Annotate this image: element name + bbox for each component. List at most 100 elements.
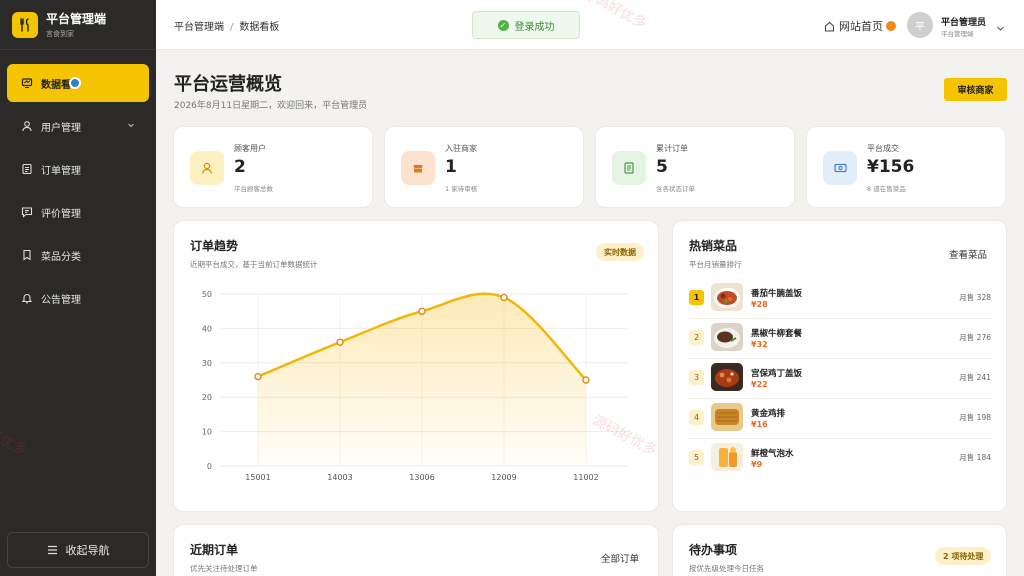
login-success-toast: ✓ 登录成功 (472, 11, 580, 39)
stat-sub: 含各状态订单 (656, 185, 695, 193)
x-tick-label: 11002 (573, 473, 598, 482)
sidebar-item-categories[interactable]: 菜品分类 (7, 236, 149, 274)
y-tick-label: 30 (202, 359, 212, 368)
check-circle-icon: ✓ (497, 19, 509, 31)
y-tick-label: 40 (202, 324, 212, 333)
notification-badge-icon: · (886, 21, 896, 31)
card-subtitle: 按优先级处理今日任务 (689, 564, 764, 573)
order-trend-chart: 0 10 20 30 40 50 15001 14003 13006 12009 11002 (202, 290, 628, 482)
dish-name: 黄金鸡排 (751, 409, 786, 419)
dish-price: ¥16 (751, 420, 768, 429)
sidebar-item-reviews[interactable]: 评价管理 (7, 193, 149, 231)
rank-badge: 4 (689, 410, 704, 425)
dish-name: 番茄牛腩盖饭 (751, 289, 803, 299)
toast-text: 登录成功 (514, 21, 555, 33)
dish-sales: 月售 328 (959, 293, 991, 302)
brand-subtitle: 言食到家 (46, 30, 74, 38)
user-name[interactable]: 平台管理员 (941, 15, 986, 28)
stat-card-revenue: 平台成交 ¥156 8 道在售菜品 (806, 126, 1006, 208)
card-title: 近期订单 (190, 543, 239, 557)
avatar[interactable]: 平 (907, 12, 933, 38)
sidebar: 平台管理端 言食到家 数据看 用户管理 订单管理 评价管理 菜品分类 公告管理 … (0, 0, 156, 576)
dish-image (711, 363, 743, 391)
user-role: 平台管理端 (941, 30, 974, 38)
y-tick-label: 50 (202, 290, 212, 299)
x-tick-label: 12009 (491, 473, 516, 482)
trend-area (258, 293, 586, 466)
card-title: 待办事项 (689, 543, 738, 557)
sidebar-item-announcements[interactable]: 公告管理 (7, 279, 149, 317)
page-title: 平台运营概览 (174, 74, 282, 95)
breadcrumb-root[interactable]: 平台管理端 (174, 22, 224, 33)
dish-image (711, 323, 743, 351)
list-item[interactable]: 4 黄金鸡排 ¥16 月售 198 (687, 399, 991, 439)
list-item[interactable]: 1 番茄牛腩盖饭 ¥28 月售 328 (687, 279, 991, 319)
view-dishes-link[interactable]: 查看菜品 (949, 247, 987, 261)
stat-sub: 8 道在售菜品 (867, 185, 906, 193)
dish-name: 黑椒牛柳套餐 (751, 329, 803, 339)
dish-image (711, 403, 743, 431)
dish-image (711, 443, 743, 471)
dish-price: ¥32 (751, 340, 768, 349)
dish-price: ¥9 (751, 460, 763, 469)
stat-card-orders: 累计订单 5 含各状态订单 (595, 126, 795, 208)
breadcrumb-current: 数据看板 (239, 22, 280, 33)
x-tick-label: 14003 (327, 473, 352, 482)
site-home-link[interactable]: 网站首页 · (824, 18, 896, 34)
rank-badge: 3 (689, 370, 704, 385)
list-item[interactable]: 5 鲜橙气泡水 ¥9 月售 184 (687, 439, 991, 479)
user-icon (21, 120, 35, 132)
dish-name: 鲜橙气泡水 (751, 449, 794, 459)
y-tick-label: 0 (207, 462, 212, 471)
order-icon (21, 163, 35, 175)
bookmark-icon (21, 249, 35, 261)
money-icon (823, 151, 857, 185)
stat-value: ¥156 (867, 157, 915, 177)
stat-value: 5 (656, 157, 668, 177)
menu-icon (47, 545, 58, 555)
all-orders-link[interactable]: 全部订单 (601, 551, 639, 565)
stat-card-merchants: 入驻商家 1 1 家待审核 (384, 126, 584, 208)
todo-card: 待办事项 按优先级处理今日任务 2 项待处理 (672, 524, 1007, 576)
stat-label: 顾客用户 (234, 144, 266, 153)
list-item[interactable]: 2 黑椒牛柳套餐 ¥32 月售 276 (687, 319, 991, 359)
cursor-dot (69, 77, 81, 89)
data-point (582, 376, 590, 384)
dish-sales: 月售 241 (959, 373, 991, 382)
stat-value: 2 (234, 157, 246, 177)
sidebar-item-orders[interactable]: 订单管理 (7, 150, 149, 188)
card-title: 热销菜品 (689, 239, 738, 253)
sidebar-item-label: 订单管理 (41, 165, 81, 177)
stat-card-customers: 顾客用户 2 平台顾客总数 (173, 126, 373, 208)
fork-knife-icon (12, 11, 38, 38)
sidebar-item-dashboard[interactable]: 数据看 (7, 64, 149, 102)
hot-dishes-card: 热销菜品 平台月销量排行 查看菜品 1 番茄牛腩盖饭 ¥28 月售 328 2 … (672, 220, 1007, 512)
home-icon (824, 21, 835, 32)
sidebar-item-label: 评价管理 (41, 208, 81, 220)
pending-badge: 2 项待处理 (935, 547, 992, 565)
brand-title: 平台管理端 (46, 12, 107, 26)
dish-price: ¥28 (751, 300, 768, 309)
chevron-down-icon (127, 121, 135, 132)
x-tick-label: 15001 (245, 473, 270, 482)
sidebar-item-users[interactable]: 用户管理 (7, 107, 149, 145)
sidebar-item-label: 菜品分类 (41, 251, 81, 263)
x-tick-label: 13006 (409, 473, 434, 482)
dish-sales: 月售 184 (959, 453, 991, 462)
stat-label: 平台成交 (867, 144, 899, 153)
list-item[interactable]: 3 宫保鸡丁盖饭 ¥22 月售 241 (687, 359, 991, 399)
data-point (500, 293, 508, 302)
breadcrumb: 平台管理端 / 数据看板 (174, 22, 280, 33)
dish-sales: 月售 276 (959, 333, 991, 342)
sidebar-item-label: 用户管理 (41, 122, 81, 134)
main-content: 平台运营概览 2026年8月11日星期二，欢迎回来，平台管理员 审核商家 顾客用… (156, 50, 1024, 576)
brand: 平台管理端 言食到家 (0, 0, 156, 50)
collapse-nav-label: 收起导航 (65, 544, 110, 557)
dish-sales: 月售 198 (959, 413, 991, 422)
chevron-down-icon[interactable] (996, 18, 1005, 37)
rank-badge: 2 (689, 330, 704, 345)
stat-sub: 平台顾客总数 (234, 185, 273, 193)
audit-merchant-button[interactable]: 审核商家 (944, 78, 1007, 101)
dashboard-icon (21, 77, 35, 89)
collapse-nav-button[interactable]: 收起导航 (7, 532, 149, 568)
